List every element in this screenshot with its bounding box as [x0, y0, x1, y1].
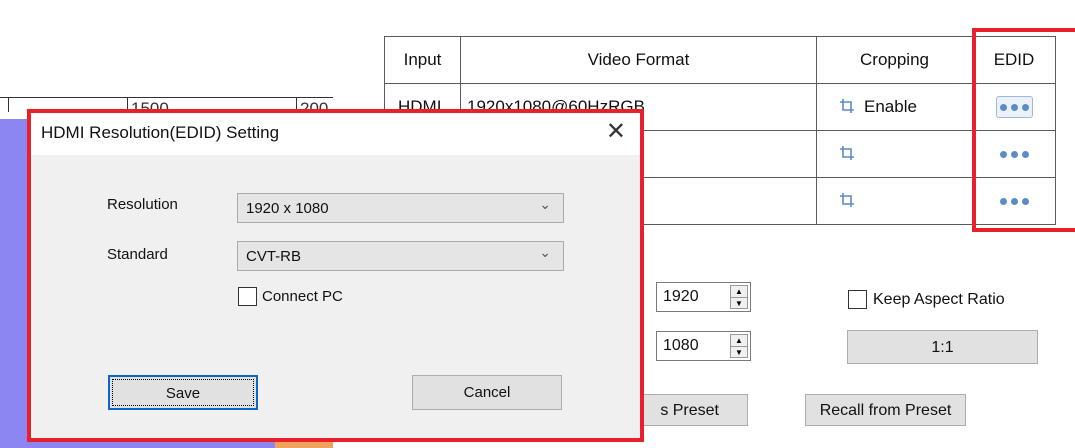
connect-pc-label: Connect PC [262, 288, 343, 305]
edid-dialog: HDMI Resolution(EDID) Setting ✕ Resoluti… [27, 109, 644, 442]
crop-icon[interactable] [840, 99, 854, 113]
save-button[interactable]: Save [108, 375, 258, 410]
cancel-button[interactable]: Cancel [412, 375, 562, 410]
header-input: Input [384, 36, 461, 84]
dialog-body: Resolution 1920 x 1080 ⌄ Standard CVT-RB… [31, 155, 640, 438]
cell-cropping[interactable] [816, 130, 973, 178]
connect-pc-checkbox[interactable] [238, 287, 257, 306]
height-value: 1080 [663, 337, 699, 354]
standard-value: CVT-RB [246, 248, 302, 265]
cell-cropping[interactable] [816, 177, 973, 225]
width-spinbox[interactable]: 1920 ▲ ▼ [656, 282, 751, 312]
ruler-tick [8, 98, 9, 112]
dialog-title: HDMI Resolution(EDID) Setting [41, 123, 280, 142]
resolution-label: Resolution [107, 196, 178, 213]
crop-icon[interactable] [840, 146, 854, 160]
keep-aspect-label: Keep Aspect Ratio [873, 291, 1005, 308]
cell-cropping[interactable]: Enable [816, 83, 973, 131]
ratio-button[interactable]: 1:1 [847, 330, 1038, 364]
spin-arrows-icon[interactable]: ▲ ▼ [730, 334, 748, 358]
width-value: 1920 [663, 288, 699, 305]
chevron-down-icon: ⌄ [539, 197, 551, 213]
standard-label: Standard [107, 246, 168, 263]
header-cropping: Cropping [816, 36, 973, 84]
edid-column-highlight [972, 28, 1075, 232]
spin-arrows-icon[interactable]: ▲ ▼ [730, 285, 748, 309]
resolution-select[interactable]: 1920 x 1080 ⌄ [237, 193, 564, 223]
crop-icon[interactable] [840, 193, 854, 207]
standard-select[interactable]: CVT-RB ⌄ [237, 241, 564, 271]
resolution-value: 1920 x 1080 [246, 200, 329, 217]
table-header-row: Input Video Format Cropping EDID [384, 36, 1056, 84]
height-spinbox[interactable]: 1080 ▲ ▼ [656, 331, 751, 361]
crop-label: Enable [864, 97, 917, 116]
chevron-down-icon: ⌄ [539, 245, 551, 261]
close-icon[interactable]: ✕ [606, 117, 626, 145]
keep-aspect-checkbox[interactable] [848, 290, 867, 309]
header-video-format: Video Format [460, 36, 817, 84]
recall-from-preset-button[interactable]: Recall from Preset [805, 394, 966, 426]
